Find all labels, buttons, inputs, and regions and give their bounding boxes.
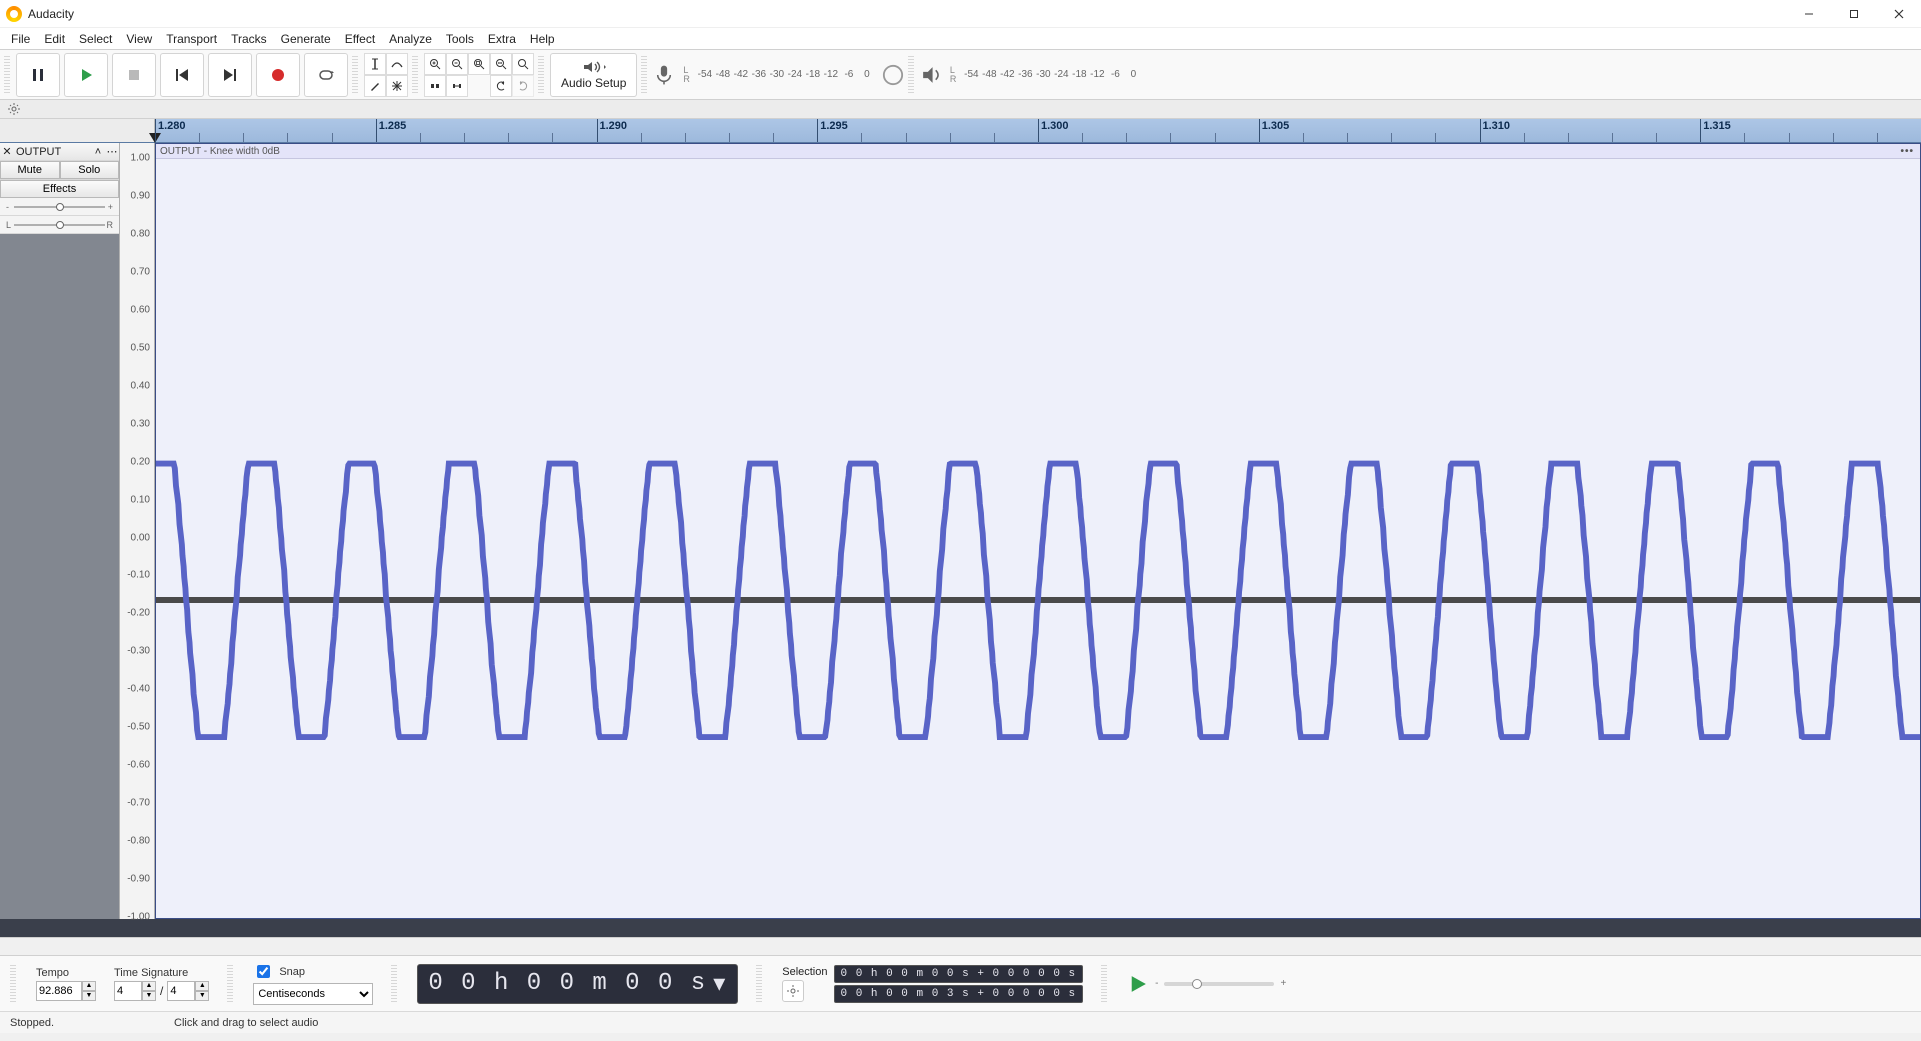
stop-button[interactable] [112,53,156,97]
pause-button[interactable] [16,53,60,97]
waveform-clip[interactable]: OUTPUT - Knee width 0dB ••• [155,143,1921,919]
menu-tracks[interactable]: Tracks [224,30,274,48]
menu-file[interactable]: File [4,30,37,48]
track-close-button[interactable]: ✕ [0,145,14,158]
toolbar-grip[interactable] [4,56,10,94]
redo-button[interactable] [512,75,534,97]
clip-menu-button[interactable]: ••• [1894,146,1920,157]
close-button[interactable] [1876,0,1921,28]
zoom-out-button[interactable] [446,53,468,75]
toolbar-grip[interactable] [10,965,16,1003]
toolbar-grip[interactable] [756,965,762,1003]
tempo-input[interactable]: ▲▼ [36,981,96,1001]
silence-button[interactable] [446,75,468,97]
zoom-toggle-button[interactable] [512,53,534,75]
minimize-button[interactable] [1786,0,1831,28]
menubar: FileEditSelectViewTransportTracksGenerat… [0,28,1921,50]
microphone-icon [653,64,675,86]
status-state: Stopped. [10,1017,54,1029]
edit-tools-grid [364,53,408,97]
mute-button[interactable]: Mute [0,161,60,179]
timeline-ruler[interactable]: 1.2801.2851.2901.2951.3001.3051.3101.315… [0,119,1921,143]
record-meter[interactable]: LR -54-48-42-36-30-24-18-12-60 [653,53,904,97]
pan-slider[interactable]: L R [0,216,119,234]
toolbar-grip[interactable] [412,56,418,94]
app-icon [6,6,22,22]
zoom-in-button[interactable] [424,53,446,75]
menu-transport[interactable]: Transport [159,30,224,48]
play-button[interactable] [64,53,108,97]
toolbar-grip[interactable] [352,56,358,94]
playback-speed-slider[interactable] [1164,982,1274,986]
playback-meter-lr: LR [950,66,957,84]
clip-title: OUTPUT - Knee width 0dB [160,146,280,157]
audio-setup-button[interactable]: Audio Setup [550,53,637,97]
window-title: Audacity [28,7,74,21]
draw-tool-button[interactable] [364,75,386,97]
amplitude-scale[interactable]: 1.000.900.800.700.600.500.400.300.200.10… [120,143,155,919]
track-collapse-button[interactable]: ˄ [91,146,105,158]
maximize-button[interactable] [1831,0,1876,28]
menu-effect[interactable]: Effect [338,30,382,48]
toolbar-grip[interactable] [391,965,397,1003]
track-menu-button[interactable]: ⋯ [105,145,119,158]
envelope-tool-button[interactable] [386,53,408,75]
speaker-icon [920,64,942,86]
tempo-up[interactable]: ▲ [82,981,96,991]
timesig-num-input[interactable]: ▲▼ [114,981,156,1001]
record-meter-menu-icon[interactable] [882,64,904,86]
menu-view[interactable]: View [119,30,159,48]
menu-edit[interactable]: Edit [37,30,72,48]
track-control-panel: ✕ OUTPUT ˄ ⋯ Mute Solo Effects - + L R [0,143,120,919]
timeline-settings-button[interactable] [0,103,28,115]
track-name[interactable]: OUTPUT [14,146,91,158]
skip-start-button[interactable] [160,53,204,97]
skip-end-button[interactable] [208,53,252,97]
menu-tools[interactable]: Tools [439,30,481,48]
undo-button[interactable] [490,75,512,97]
toolbar-grip[interactable] [908,56,914,94]
effects-button[interactable]: Effects [0,180,119,198]
selection-tool-button[interactable] [364,53,386,75]
trim-button[interactable] [424,75,446,97]
menu-select[interactable]: Select [72,30,119,48]
menu-analyze[interactable]: Analyze [382,30,439,48]
record-meter-lr: LR [683,66,690,84]
toolbar-grip[interactable] [641,56,647,94]
audio-setup-label: Audio Setup [561,76,626,90]
fit-selection-button[interactable] [468,53,490,75]
main-toolbar: Audio Setup LR -54-48-42-36-30-24-18-12-… [0,50,1921,100]
menu-help[interactable]: Help [523,30,562,48]
gain-slider[interactable]: - + [0,198,119,216]
loop-button[interactable] [304,53,348,97]
waveform-canvas[interactable] [156,159,1920,1041]
tempo-label: Tempo [36,967,96,979]
titlebar: Audacity [0,0,1921,28]
toolbar-grip[interactable] [538,56,544,94]
toolbar-grip[interactable] [227,965,233,1003]
timeline-pad [0,119,155,142]
solo-button[interactable]: Solo [60,161,120,179]
zoom-tools-grid [424,53,534,97]
tracks-area: ✕ OUTPUT ˄ ⋯ Mute Solo Effects - + L R 1… [0,143,1921,919]
menu-generate[interactable]: Generate [274,30,338,48]
tempo-down[interactable]: ▼ [82,991,96,1001]
timeline-options-strip [0,100,1921,119]
fit-project-button[interactable] [490,53,512,75]
multi-tool-button[interactable] [386,75,408,97]
menu-extra[interactable]: Extra [481,30,523,48]
record-button[interactable] [256,53,300,97]
toolbar-grip[interactable] [1101,965,1107,1003]
playback-meter[interactable]: LR -54-48-42-36-30-24-18-12-60 [920,53,1143,97]
